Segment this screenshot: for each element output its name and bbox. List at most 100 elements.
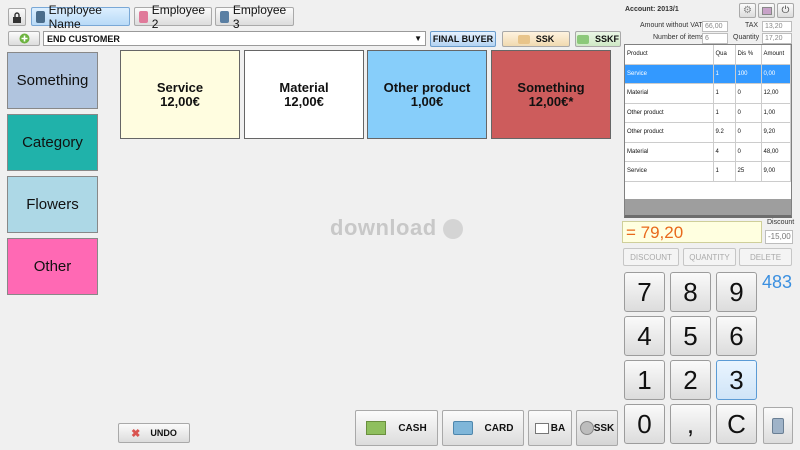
watermark-text: download: [330, 215, 437, 240]
table-cell: 0: [735, 83, 762, 104]
key-label: 1: [637, 364, 652, 395]
table-cell: 0,00: [761, 64, 791, 84]
key-label: 5: [683, 320, 698, 351]
employee-tab-2[interactable]: Employee 2: [134, 3, 212, 31]
product-name: Something: [517, 79, 585, 95]
key-3[interactable]: 3: [716, 360, 757, 400]
key-6[interactable]: 6: [716, 316, 757, 356]
undo-button[interactable]: ✖ UNDO: [118, 423, 190, 443]
product-name: Material: [279, 79, 329, 95]
sskf-label: SSKF: [594, 34, 619, 44]
table-cell: Service: [625, 64, 714, 84]
sskf-button[interactable]: SSKF: [575, 31, 621, 47]
account-label: Account: 2013/1: [625, 6, 679, 13]
settings-button[interactable]: ⚙: [739, 3, 756, 18]
employee-tab-label: Employee Name: [48, 2, 102, 31]
table-header: Dis %: [735, 45, 762, 65]
key-0[interactable]: 0: [624, 404, 665, 444]
ssk-label: SSK: [535, 34, 555, 44]
key-clear[interactable]: C: [716, 404, 757, 444]
number-of-items-value: 6: [702, 33, 728, 44]
table-header: Product: [625, 45, 714, 65]
category-label: Category: [22, 134, 83, 151]
counter-display: 483: [762, 272, 793, 292]
ssk-pay-button[interactable]: SSK: [576, 410, 618, 446]
add-customer-button[interactable]: [8, 31, 40, 46]
card-button[interactable]: CARD: [442, 410, 524, 446]
key-label: C: [727, 408, 746, 439]
undo-label: UNDO: [150, 428, 177, 438]
table-row[interactable]: Service 1 100 0,00: [625, 64, 791, 84]
table-cell: Other product: [625, 103, 714, 123]
quantity-button-label: QUANTITY: [689, 252, 730, 262]
key-comma[interactable]: ,: [670, 404, 711, 444]
product-price: 1,00€: [410, 93, 444, 109]
product-tile-something[interactable]: Something 12,00€*: [491, 50, 611, 139]
discount-value: -15,00: [765, 230, 793, 244]
key-7[interactable]: 7: [624, 272, 665, 312]
watermark-logo: download: [330, 215, 464, 241]
key-4[interactable]: 4: [624, 316, 665, 356]
table-row[interactable]: Service 1 25 9,00: [625, 161, 791, 182]
product-tile-other-product[interactable]: Other product 1,00€: [367, 50, 487, 139]
cash-icon: [366, 421, 387, 435]
tax-label: TAX: [745, 22, 759, 29]
ba-button[interactable]: BA: [528, 410, 572, 446]
print-button[interactable]: [758, 3, 775, 18]
category-button-category[interactable]: Category: [7, 114, 98, 171]
lock-button[interactable]: [8, 8, 26, 26]
table-cell: 0: [735, 122, 762, 143]
final-buyer-button[interactable]: FINAL BUYER: [430, 31, 496, 47]
customer-select[interactable]: END CUSTOMER ▼: [43, 31, 426, 46]
key-9[interactable]: 9: [716, 272, 757, 312]
calculator-button[interactable]: [763, 407, 793, 444]
user-icon: [220, 10, 229, 23]
product-tile-service[interactable]: Service 12,00€: [120, 50, 240, 139]
sskf-icon: [576, 34, 589, 44]
quantity-label: Quantity: [733, 34, 760, 41]
account-value: 2013/1: [657, 6, 679, 13]
close-icon: ✖: [131, 427, 141, 440]
quantity-button[interactable]: QUANTITY: [683, 248, 736, 266]
key-2[interactable]: 2: [670, 360, 711, 400]
table-row[interactable]: Other product 9.2 0 9,20: [625, 122, 791, 143]
power-button[interactable]: ⏻: [777, 3, 794, 18]
category-button-flowers[interactable]: Flowers: [7, 176, 98, 233]
employee-tab-3[interactable]: Employee 3: [215, 3, 294, 31]
items-table[interactable]: Product Qua Dis % Amount Service 1 100 0…: [624, 44, 792, 218]
card-label: CARD: [484, 422, 514, 434]
table-row[interactable]: Material 1 0 12,00: [625, 83, 791, 104]
table-row[interactable]: Other product 1 0 1,00: [625, 103, 791, 123]
employee-tab-1[interactable]: Employee Name: [31, 3, 130, 31]
number-of-items-label: Number of items: [653, 34, 705, 41]
discount-button[interactable]: DISCOUNT: [623, 248, 679, 266]
watermark-badge-icon: [443, 219, 464, 240]
key-1[interactable]: 1: [624, 360, 665, 400]
key-8[interactable]: 8: [670, 272, 711, 312]
amount-without-vat-value: 66,00: [702, 21, 728, 32]
table-cell: 100: [735, 64, 762, 84]
tax-value: 13,20: [762, 21, 792, 32]
ssk-button[interactable]: SSK: [502, 31, 570, 47]
category-button-other[interactable]: Other: [7, 238, 98, 295]
cash-label: CASH: [398, 422, 427, 434]
table-cell: 4: [713, 142, 736, 162]
table-header: Qua: [713, 45, 736, 65]
coin-icon: [579, 421, 594, 435]
key-5[interactable]: 5: [670, 316, 711, 356]
table-cell: 1: [713, 103, 736, 123]
power-icon: ⏻: [781, 5, 790, 16]
table-header-row: Product Qua Dis % Amount: [625, 45, 791, 65]
table-row[interactable]: Material 4 0 48,00: [625, 142, 791, 162]
category-button-something[interactable]: Something: [7, 52, 98, 109]
key-label: 6: [729, 320, 744, 351]
delete-button[interactable]: DELETE: [739, 248, 792, 266]
ba-label: BA: [550, 422, 566, 434]
cash-button[interactable]: CASH: [355, 410, 438, 446]
category-label: Something: [16, 72, 89, 89]
product-tile-material[interactable]: Material 12,00€: [244, 50, 364, 139]
key-label: 7: [637, 276, 652, 307]
table-cell: Other product: [625, 122, 714, 143]
ssk-pay-label: SSK: [593, 422, 615, 434]
table-cell: 1: [713, 64, 736, 84]
